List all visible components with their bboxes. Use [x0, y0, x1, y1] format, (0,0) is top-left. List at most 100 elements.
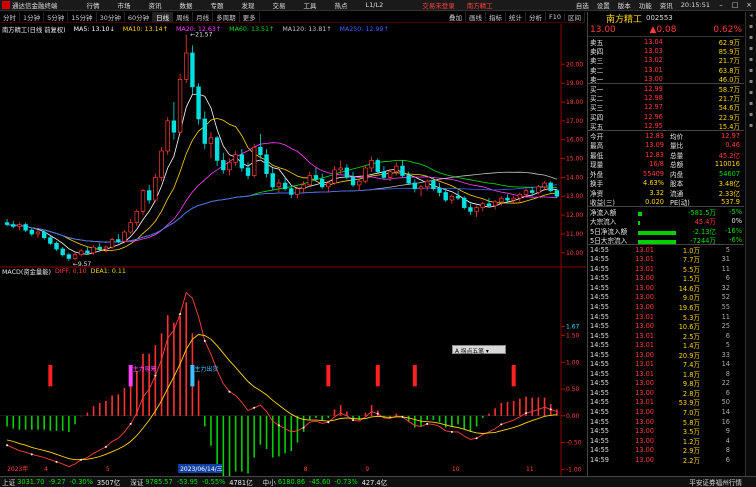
period-tab-60min[interactable]: 60分钟: [125, 12, 154, 22]
menu-item-tools[interactable]: 工具: [304, 0, 317, 10]
macd-histogram-bar: [494, 408, 496, 416]
menu-item-data[interactable]: 数据: [180, 0, 193, 10]
tick-volume: 10.6万: [678, 323, 700, 332]
tool-range[interactable]: 区间: [565, 12, 585, 22]
period-tab-15min[interactable]: 15分钟: [68, 12, 97, 22]
tool-f10[interactable]: F10: [546, 13, 565, 21]
macd-histogram-bar: [18, 415, 21, 430]
macd-histogram-bar: [234, 415, 237, 472]
macd-histogram-bar: [203, 415, 206, 427]
ask-row[interactable]: 卖五 13.04 62.9万: [588, 37, 744, 47]
period-tab-5min[interactable]: 5分钟: [44, 12, 69, 22]
stat-value: 45.2亿: [718, 151, 740, 160]
tick-time: 14:55: [590, 379, 610, 388]
ask-row[interactable]: 卖三 13.02 21.7万: [588, 56, 744, 65]
tick-volume: 14.6万: [678, 284, 700, 293]
index-change: -9.27: [48, 478, 66, 486]
period-tab-30min[interactable]: 30分钟: [97, 12, 125, 22]
maximize-icon[interactable]: □: [728, 1, 742, 9]
side-tool-icon[interactable]: ▪: [746, 111, 756, 122]
side-tool-icon[interactable]: ▪: [746, 56, 756, 67]
stock-name-link[interactable]: 南方精工: [467, 0, 493, 10]
period-tab-daily[interactable]: 日线: [153, 12, 174, 22]
macd-histogram-bar: [488, 413, 490, 416]
bid-row[interactable]: 买二 12.98 21.7万: [588, 93, 744, 103]
price-tick-label: 19.00: [566, 80, 583, 87]
candle: [431, 180, 436, 190]
stat-row: 外盘 55409 内盘 54607: [588, 169, 744, 179]
menu-item-discover[interactable]: 发现: [242, 0, 255, 10]
tick-count: 33: [721, 350, 730, 359]
stat-label: 换手: [590, 180, 604, 189]
bid-row[interactable]: 买三 12.97 54.6万: [588, 103, 744, 112]
ask-row[interactable]: 卖一 13.00 46.0万: [588, 75, 744, 84]
bid-row[interactable]: 买一 12.99 58.7万: [588, 84, 744, 94]
tick-row: 14:55 13.00 1.2万 4: [588, 436, 744, 446]
tick-volume: 5.3万: [682, 313, 700, 322]
tick-count: 22: [721, 379, 730, 388]
tool-indicator[interactable]: 指标: [486, 12, 506, 22]
watchlist-button[interactable]: 自选: [576, 0, 589, 10]
menu-item-quote[interactable]: 行情: [87, 0, 100, 10]
menu-item-market[interactable]: 市场: [118, 0, 131, 10]
side-tool-icon[interactable]: ▪: [746, 122, 756, 133]
menu-item-topic[interactable]: 专题: [211, 0, 224, 10]
candle: [190, 52, 195, 88]
side-tool-icon[interactable]: ◂: [746, 12, 756, 23]
tick-row: 14:55 13.00 5.8万 16: [588, 417, 744, 427]
tick-list[interactable]: 14:55 13.01 1.0万 5 14:55 13.01 7.7万 31 14:55 13.0…: [588, 245, 744, 465]
ask-row[interactable]: 卖四 13.03 85.9万: [588, 46, 744, 56]
tick-time: 14:55: [590, 264, 610, 273]
candle: [48, 237, 53, 244]
period-tab-monthly[interactable]: 月线: [193, 12, 214, 22]
index-name[interactable]: 深证: [130, 477, 143, 487]
period-tab-1min[interactable]: 1分钟: [20, 12, 45, 22]
settings-button[interactable]: 设置: [597, 0, 610, 10]
indicator-tooltip-button[interactable]: A 拐点五笔 ▾: [452, 345, 506, 355]
side-tool-icon[interactable]: ▪: [746, 100, 756, 111]
kline-chart[interactable]: 20.00 19.00 18.00 17.00 16.00 15.00 14.00 13.00…: [0, 24, 586, 476]
side-tool-icon[interactable]: ▪: [746, 67, 756, 78]
bid-row[interactable]: 买五 12.95 15.4万: [588, 122, 744, 131]
trade-login-link[interactable]: 交易未登录: [422, 0, 455, 10]
order-price: 13.01: [644, 65, 663, 74]
date-tick-label: 5: [106, 466, 110, 473]
price-change-pct: 0.62%: [713, 25, 742, 35]
side-tool-icon[interactable]: ▪: [746, 23, 756, 34]
tool-overlay[interactable]: 叠加: [446, 12, 466, 22]
side-tool-icon[interactable]: ▪: [746, 45, 756, 56]
candle: [511, 197, 516, 201]
function-button[interactable]: 功能: [639, 0, 652, 10]
info-button[interactable]: 资讯: [660, 0, 673, 10]
side-tool-icon[interactable]: ▪: [746, 89, 756, 100]
index-name[interactable]: 上证: [2, 477, 15, 487]
tool-draw[interactable]: 画线: [466, 12, 486, 22]
macd-histogram-bar: [68, 415, 70, 432]
period-tab-timeshare[interactable]: 分时: [0, 12, 20, 22]
index-name[interactable]: 中小: [263, 477, 276, 487]
minimize-icon[interactable]: –: [714, 1, 728, 9]
tool-analysis[interactable]: 分析: [526, 12, 546, 22]
menu-item-hot[interactable]: 热点: [335, 0, 348, 10]
stock-header: 南方精工 002553: [588, 12, 744, 25]
candle: [29, 229, 35, 235]
flow-bar-slot: [638, 210, 678, 216]
tick-volume: 2.2万: [682, 456, 700, 465]
menu-item-news[interactable]: 资讯: [149, 0, 162, 10]
period-tab-more[interactable]: 更多: [240, 12, 260, 22]
candle: [486, 203, 492, 207]
menu-item-trade[interactable]: 交易: [273, 0, 286, 10]
version-button[interactable]: 版本: [618, 0, 631, 10]
order-price: 12.95: [644, 121, 663, 130]
period-tab-weekly[interactable]: 周线: [173, 12, 194, 22]
period-tab-multi[interactable]: 多周期: [213, 12, 240, 22]
flow-label: 净流入额: [590, 208, 617, 217]
tool-stats[interactable]: 统计: [506, 12, 526, 22]
candle: [301, 184, 306, 190]
side-tool-icon[interactable]: ▪: [746, 34, 756, 45]
tick-price: 13.00: [635, 417, 654, 426]
close-icon[interactable]: ×: [742, 1, 756, 9]
side-tool-icon[interactable]: ▪: [746, 78, 756, 89]
macd-dot: [55, 460, 58, 463]
menu-item-level[interactable]: L1/L2: [366, 1, 384, 9]
